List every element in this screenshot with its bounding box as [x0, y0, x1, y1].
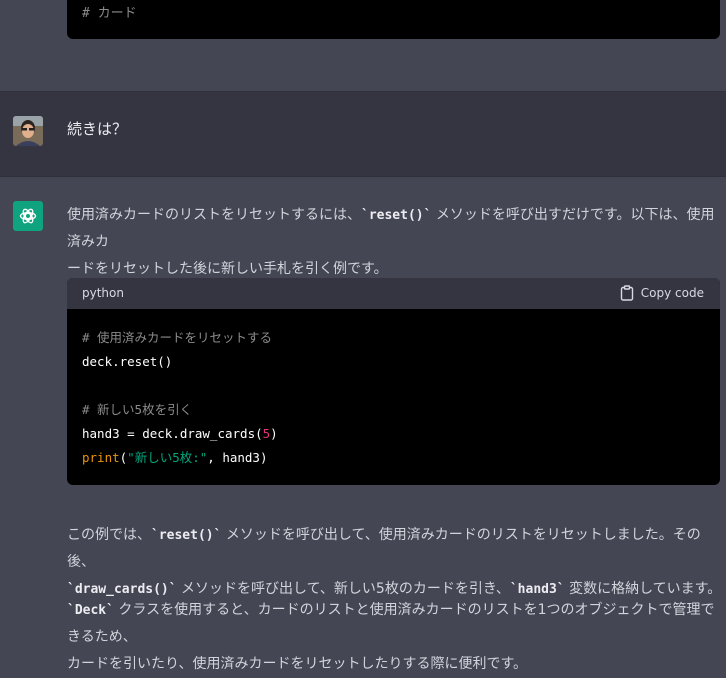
clipboard-icon: [620, 285, 633, 301]
inline-code: `reset()`: [151, 528, 222, 543]
copy-code-label: Copy code: [640, 286, 704, 300]
code-line: hand3 = deck.draw_cards(5): [82, 426, 278, 441]
code-line: deck.reset(): [82, 354, 173, 369]
assistant-paragraph-3: `Deck` クラスを使用すると、カードのリストと使用済みカードのリストを1つの…: [67, 602, 715, 672]
inline-code: `draw_cards()`: [67, 582, 177, 597]
assistant-paragraph-1: 使用済みカードのリストをリセットするには、`reset()` メソッドを呼び出す…: [67, 207, 715, 277]
previous-code-block: # カード: [67, 0, 720, 39]
code-comment: # カード: [82, 6, 137, 21]
code-block-header: python Copy code: [67, 278, 720, 309]
code-language-label: python: [82, 286, 124, 300]
code-line: # 新しい5枚を引く: [82, 402, 193, 417]
code-block: python Copy code # 使用済みカードをリセットする deck.r…: [67, 278, 720, 485]
copy-code-button[interactable]: Copy code: [620, 285, 704, 301]
code-line: # 使用済みカードをリセットする: [82, 330, 273, 345]
code-line: print("新しい5枚:", hand3): [82, 450, 268, 465]
chatgpt-logo-icon: [13, 201, 43, 231]
inline-code: `reset()`: [361, 208, 432, 223]
previous-assistant-message: # カード: [0, 0, 726, 91]
user-avatar: [13, 116, 43, 146]
code-content: # 使用済みカードをリセットする deck.reset() # 新しい5枚を引く…: [82, 326, 278, 470]
assistant-paragraph-2: この例では、`reset()` メソッドを呼び出して、使用済みカードのリストをリ…: [67, 527, 722, 597]
user-message-text: 続きは？: [67, 120, 128, 138]
inline-code: `Deck`: [67, 603, 114, 618]
inline-code: `hand3`: [509, 582, 565, 597]
